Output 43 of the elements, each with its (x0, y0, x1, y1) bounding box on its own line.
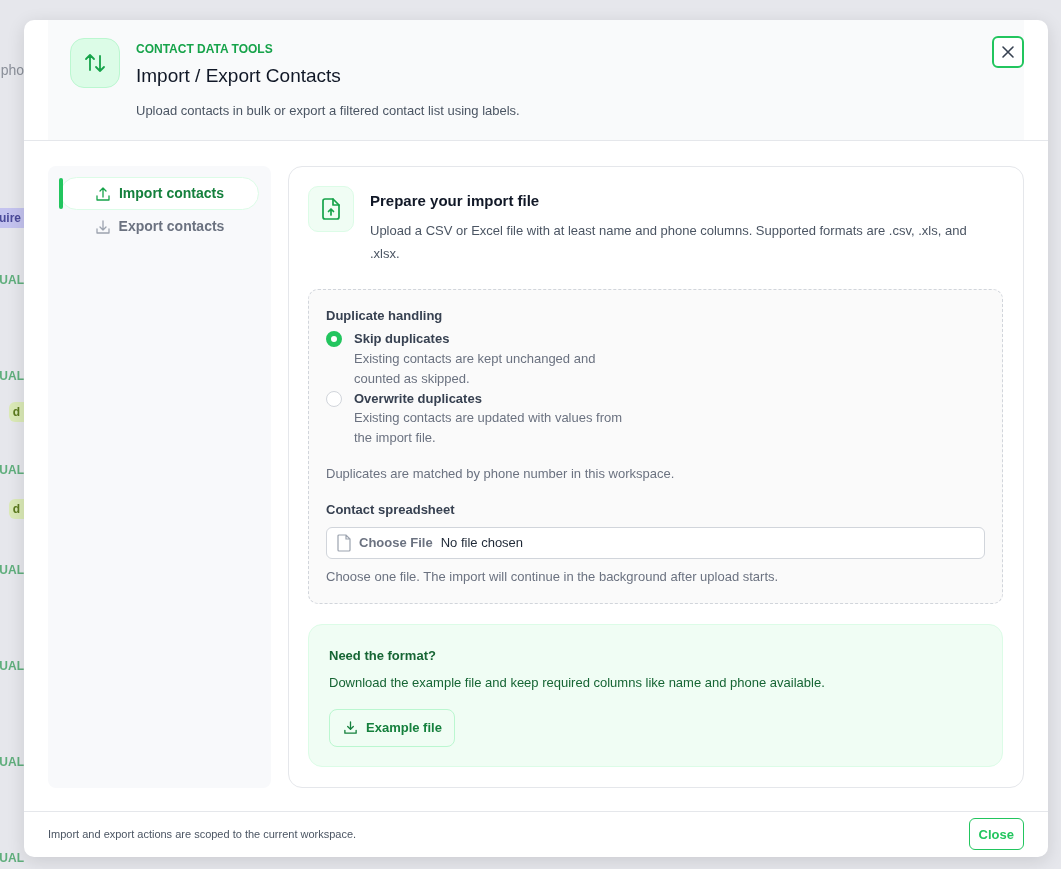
tag-label: d (8, 402, 24, 422)
dialog-subtitle: Upload contacts in bulk or export a filtered contact list using labels. (135, 101, 520, 120)
option-label: Skip duplicates (354, 330, 451, 348)
status-text: UAL (0, 562, 24, 579)
sidebar-tab[interactable]: Import contacts (60, 177, 259, 210)
download-icon (94, 218, 111, 235)
close-icon (1001, 45, 1015, 59)
help-text: Duplicates are matched by phone number in this workspace. (326, 465, 676, 483)
status-text: UAL (0, 462, 24, 479)
search-field-text: pho (0, 61, 24, 80)
field-label: Contact spreadsheet (326, 500, 456, 519)
upload-icon (95, 185, 111, 202)
status-text: UAL (0, 754, 24, 771)
file-name: No file chosen (440, 534, 524, 553)
example-file-button[interactable]: Example file (329, 708, 455, 747)
field-label: Duplicate handling (326, 306, 444, 325)
tag-label: d (8, 499, 24, 519)
file-upload-icon (308, 186, 354, 232)
eyebrow-text: CONTACT DATA TOOLS (136, 41, 274, 58)
status-text: UAL (0, 850, 24, 867)
sidebar-tab[interactable]: Export contacts (60, 210, 259, 243)
status-label: uire (0, 208, 24, 228)
status-text: UAL (0, 658, 24, 675)
download-icon (343, 720, 358, 735)
radio-button[interactable] (326, 390, 342, 407)
option-description: Existing contacts are kept unchanged and counted as skipped. (354, 349, 597, 388)
status-text: UAL (0, 368, 24, 385)
swap-arrows-icon (70, 38, 120, 88)
info-text: Download the example file and keep required columns like name and phone available. (329, 674, 826, 692)
panel-description: Upload a CSV or Excel file with at least name and phone columns. Supported formats are .csv, .xls, and .xlsx. (370, 221, 968, 263)
status-text: UAL (0, 272, 24, 289)
panel-title: Prepare your import file (370, 191, 541, 211)
footer-note: Import and export actions are scoped to the current workspace. (48, 827, 357, 842)
choose-file-label: Choose File (359, 534, 433, 553)
radio-button[interactable] (326, 331, 342, 347)
option-description: Existing contacts are updated with values from the import file. (354, 409, 624, 447)
file-input[interactable]: Choose File No file chosen (326, 527, 985, 559)
dialog-title: Import / Export Contacts (136, 64, 342, 88)
file-icon (337, 534, 351, 552)
option-label: Overwrite duplicates (354, 389, 483, 408)
info-title: Need the format? (329, 646, 437, 665)
help-text: Choose one file. The import will continue in the background after upload starts. (326, 568, 780, 586)
close-button[interactable] (992, 36, 1024, 68)
